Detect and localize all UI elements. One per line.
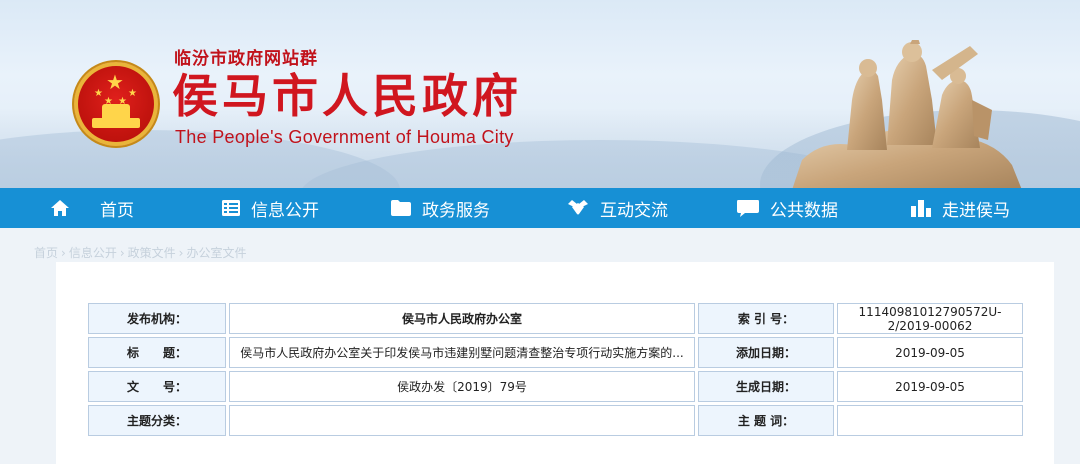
- nav-item-gov-services[interactable]: 政务服务: [390, 188, 490, 228]
- doc-no-label: 文 号：: [88, 371, 226, 402]
- handshake-icon: [568, 200, 588, 215]
- chevron-right-icon: ›: [178, 246, 184, 260]
- nav-item-label: 信息公开: [251, 200, 319, 221]
- chat-bubble-icon: [737, 200, 759, 217]
- nav-item-about-houma[interactable]: 走进侯马: [910, 188, 1010, 228]
- nav-item-label: 互动交流: [600, 200, 668, 221]
- doc-no-value: 侯政办发〔2019〕79号: [229, 371, 695, 402]
- city-icon: [911, 200, 931, 217]
- breadcrumb-policy[interactable]: 政策文件: [128, 246, 176, 260]
- site-subtitle: The People's Government of Houma City: [175, 127, 514, 147]
- keywords-value: [837, 405, 1023, 436]
- table-row: 文 号： 侯政办发〔2019〕79号 生成日期： 2019-09-05: [88, 371, 1023, 402]
- publisher-label: 发布机构：: [88, 303, 226, 334]
- generated-date-value: 2019-09-05: [837, 371, 1023, 402]
- nav-item-info-disclosure[interactable]: 信息公开: [221, 188, 319, 228]
- chevron-right-icon: ›: [61, 246, 66, 260]
- breadcrumb-info[interactable]: 信息公开: [69, 246, 117, 260]
- table-row: 标 题： 侯马市人民政府办公室关于印发侯马市违建别墅问题清查整治专项行动实施方案…: [88, 337, 1023, 368]
- statue-sculpture-icon: [792, 40, 1022, 188]
- nav-item-label: 走进侯马: [942, 200, 1010, 221]
- publisher-value: 侯马市人民政府办公室: [229, 303, 695, 334]
- nav-item-home[interactable]: 首页: [50, 188, 134, 228]
- table-row: 主题分类： 主 题 词：: [88, 405, 1023, 436]
- table-row: 发布机构： 侯马市人民政府办公室 索 引 号： 1114098101279057…: [88, 303, 1023, 334]
- breadcrumb: 首页 › 信息公开 › 政策文件 › 办公室文件: [34, 244, 247, 261]
- nav-item-label: 首页: [100, 200, 134, 221]
- nav-item-label: 政务服务: [422, 200, 490, 221]
- breadcrumb-home[interactable]: 首页: [34, 246, 58, 260]
- added-date-value: 2019-09-05: [837, 337, 1023, 368]
- nav-item-label: 公共数据: [770, 200, 838, 221]
- site-title[interactable]: 侯马市人民政府: [172, 68, 522, 124]
- keywords-label: 主 题 词：: [698, 405, 834, 436]
- title-label: 标 题：: [88, 337, 226, 368]
- nav-item-public-data[interactable]: 公共数据: [736, 188, 838, 228]
- header-banner: ★ ★ ★ ★ ★ 临汾市政府网站群 侯马市人民政府 The People's …: [0, 0, 1080, 188]
- document-info-table: 发布机构： 侯马市人民政府办公室 索 引 号： 1114098101279057…: [85, 300, 1026, 439]
- index-no-label: 索 引 号：: [698, 303, 834, 334]
- generated-date-label: 生成日期：: [698, 371, 834, 402]
- category-value: [229, 405, 695, 436]
- chevron-right-icon: ›: [119, 246, 125, 260]
- added-date-label: 添加日期：: [698, 337, 834, 368]
- list-icon: [222, 200, 240, 216]
- home-icon: [51, 200, 69, 216]
- national-emblem-icon: ★ ★ ★ ★ ★: [74, 62, 158, 146]
- index-no-value: 11140981012790572U-2/2019-00062: [837, 303, 1023, 334]
- category-label: 主题分类：: [88, 405, 226, 436]
- main-nav: 首页 信息公开 政务服务 互动交流 公共数据 走进侯马: [0, 188, 1080, 228]
- breadcrumb-office[interactable]: 办公室文件: [186, 246, 246, 260]
- folder-icon: [391, 200, 411, 216]
- nav-item-interaction[interactable]: 互动交流: [566, 188, 668, 228]
- title-value[interactable]: 侯马市人民政府办公室关于印发侯马市违建别墅问题清查整治专项行动实施方案的...: [229, 337, 695, 368]
- site-group-label[interactable]: 临汾市政府网站群: [174, 44, 318, 69]
